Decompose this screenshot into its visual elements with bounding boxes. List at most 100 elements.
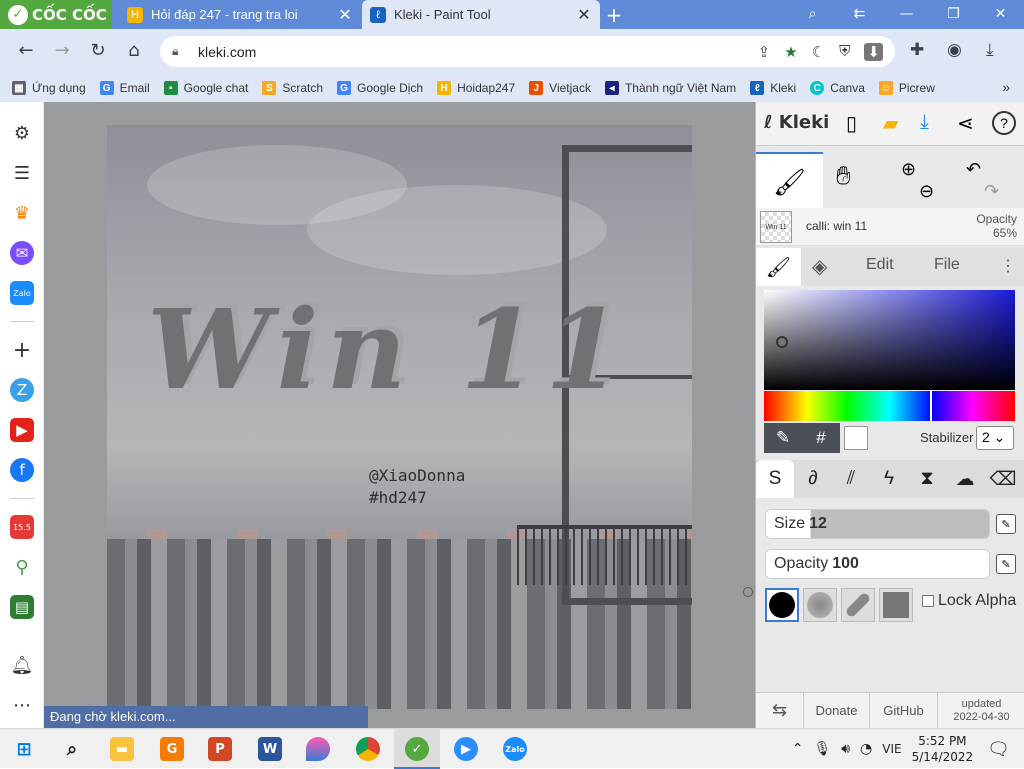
zoom-out-icon[interactable]: ⊖ <box>919 181 934 201</box>
pen-brush-icon[interactable]: S <box>756 460 794 498</box>
tab-brush[interactable]: 🖌︎ <box>756 248 801 286</box>
soft-tip-icon[interactable] <box>803 588 837 622</box>
hex-input-icon[interactable]: # <box>802 428 840 448</box>
facebook-icon[interactable]: f <box>10 458 34 482</box>
home-icon[interactable]: ⌂ <box>122 40 146 61</box>
reading-list-icon[interactable]: ☰ <box>10 161 34 185</box>
shopee-icon[interactable]: 15.5 <box>10 515 34 539</box>
search-tabs-icon[interactable]: ⌕ <box>789 0 836 29</box>
z-app-icon[interactable]: Z <box>10 378 34 402</box>
canvas-resize-handle[interactable] <box>743 587 753 597</box>
more-vertical-icon[interactable]: ⋮ <box>1000 256 1016 276</box>
more-options-icon[interactable]: ⋯ <box>10 693 34 717</box>
tab-kleki[interactable]: ℓ Kleki - Paint Tool ✕ <box>362 0 600 29</box>
word-icon[interactable]: W <box>258 737 282 761</box>
close-tab-icon[interactable]: ✕ <box>337 5 353 25</box>
eyedropper-icon[interactable]: ✎ <box>764 428 802 448</box>
back-icon[interactable]: ← <box>14 40 38 61</box>
reload-icon[interactable]: ↻ <box>86 40 110 61</box>
redo-icon[interactable]: ↷ <box>984 181 999 201</box>
bookmark-thanh-ngu[interactable]: ◂ Thành ngữ Việt Nam <box>604 81 736 95</box>
close-tab-icon[interactable]: ✕ <box>576 5 592 25</box>
zoom-in-icon[interactable]: ⊕ <box>901 159 916 179</box>
coccoc-menu-button[interactable]: ✓ CỐC CỐC <box>0 0 112 29</box>
more-bookmarks-icon[interactable]: » <box>1002 79 1010 95</box>
smudge-brush-icon[interactable]: ☁ <box>946 460 984 498</box>
profile-icon[interactable]: ◉ <box>947 40 962 60</box>
shield-icon[interactable]: ⛨ <box>839 43 850 61</box>
bookmark-vietjack[interactable]: J Vietjack <box>529 81 591 95</box>
hue-slider[interactable] <box>764 391 1015 421</box>
new-file-icon[interactable]: ▯ <box>846 111 857 136</box>
brush-tool-button[interactable]: 🖌︎ <box>756 152 823 210</box>
active-layer-row[interactable]: Win 11 calli: win 11 Opacity 65% <box>756 208 1024 246</box>
volume-icon[interactable]: 🔊︎ <box>841 741 850 757</box>
github-link[interactable]: GitHub <box>870 692 938 729</box>
tab-edit[interactable]: Edit <box>866 256 894 274</box>
url-text[interactable]: kleki.com <box>198 44 758 60</box>
hand-tool-icon[interactable]: ✋︎ <box>836 160 851 192</box>
downloads-icon[interactable]: ⤓ <box>986 40 994 60</box>
zalo-app-icon[interactable]: Zalo <box>503 737 527 761</box>
help-icon[interactable]: ? <box>992 111 1016 135</box>
size-pressure-toggle-icon[interactable]: ✎ <box>996 514 1016 534</box>
minimize-button[interactable]: — <box>883 0 930 29</box>
bookmark-picrew[interactable]: ☺ Picrew <box>878 81 935 95</box>
opacity-slider[interactable]: Opacity 100 <box>765 549 990 579</box>
hoidap-app-icon[interactable]: G <box>160 737 184 761</box>
blend-brush-icon[interactable]: ∂ <box>794 460 832 498</box>
checkbox-icon[interactable] <box>922 595 934 607</box>
location-pin-icon[interactable]: ⚲ <box>10 555 34 579</box>
share-icon[interactable]: ⋖ <box>957 111 974 136</box>
dark-mode-icon[interactable]: ☾ <box>812 43 825 61</box>
round-tip-icon[interactable] <box>765 588 799 622</box>
eraser-icon[interactable]: ⌫ <box>984 460 1022 498</box>
size-slider[interactable]: Size 12 <box>765 509 990 539</box>
updated-info[interactable]: updated 2022-04-30 <box>938 693 1024 729</box>
bookmark-canva[interactable]: C Canva <box>810 81 865 95</box>
swap-side-icon[interactable]: ⇆ <box>756 692 804 729</box>
zalo-icon[interactable]: Zalo <box>10 281 34 305</box>
forward-icon[interactable]: → <box>50 40 74 61</box>
square-tip-icon[interactable] <box>879 588 913 622</box>
add-sidebar-app-icon[interactable]: + <box>10 338 34 363</box>
bookmark-scratch[interactable]: S Scratch <box>262 81 323 95</box>
paint-app-icon[interactable] <box>306 737 330 761</box>
undo-icon[interactable]: ↶ <box>966 159 981 179</box>
restore-tabs-icon[interactable]: ⇇ <box>836 0 883 29</box>
messenger-icon[interactable]: ✉ <box>10 241 34 265</box>
file-explorer-icon[interactable]: ▬ <box>110 737 134 761</box>
settings-gear-icon[interactable]: ⚙ <box>10 121 34 145</box>
start-windows-icon[interactable]: ⊞ <box>12 737 36 761</box>
maximize-button[interactable]: ❐ <box>930 0 977 29</box>
bookmark-email[interactable]: G Email <box>99 81 150 95</box>
powerpoint-icon[interactable]: P <box>208 737 232 761</box>
pixel-brush-icon[interactable]: ϟ <box>870 460 908 498</box>
canvas-area[interactable]: Win 11 @XiaoDonna #hd247 <box>44 102 755 728</box>
open-folder-icon[interactable]: ▰ <box>883 111 898 136</box>
zoom-meetings-icon[interactable]: ▶ <box>454 737 478 761</box>
bookmark-hoidap247[interactable]: H Hoidap247 <box>437 81 515 95</box>
save-download-icon[interactable]: ⤓ <box>920 111 929 134</box>
hue-slider-marker[interactable] <box>930 391 932 421</box>
address-bar[interactable]: 🔒︎ kleki.com ⇪ ★ ☾ ⛨ ⬇ <box>160 36 895 67</box>
tab-hoidap247[interactable]: H Hỏi đáp 247 - trang tra loi ✕ <box>119 0 361 29</box>
donate-link[interactable]: Donate <box>804 692 870 729</box>
sketchy-brush-icon[interactable]: ⫽ <box>832 460 870 498</box>
bookmark-google-translate[interactable]: G Google Dịch <box>337 81 423 95</box>
download-page-icon[interactable]: ⬇ <box>864 42 883 61</box>
tray-expand-icon[interactable]: ⌃ <box>792 741 804 757</box>
sheet-icon[interactable]: ▤ <box>10 595 34 619</box>
chemy-brush-icon[interactable]: ⧗ <box>908 460 946 498</box>
chrome-icon[interactable] <box>356 737 380 761</box>
color-saturation-picker[interactable] <box>764 290 1015 390</box>
notification-bell-icon[interactable]: 🔔︎ <box>10 653 34 677</box>
secondary-color-swatch[interactable] <box>844 426 868 450</box>
notifications-icon[interactable]: 🗨︎ <box>987 739 1010 760</box>
bookmark-google-chat[interactable]: ▪ Google chat <box>163 81 248 95</box>
crown-icon[interactable]: ♛ <box>10 201 34 225</box>
color-picker-knob[interactable] <box>776 336 788 348</box>
microphone-icon[interactable]: 🎙︎ <box>813 741 831 757</box>
bookmark-apps[interactable]: ▦ Ứng dụng <box>12 81 86 95</box>
new-tab-button[interactable]: + <box>603 3 625 27</box>
